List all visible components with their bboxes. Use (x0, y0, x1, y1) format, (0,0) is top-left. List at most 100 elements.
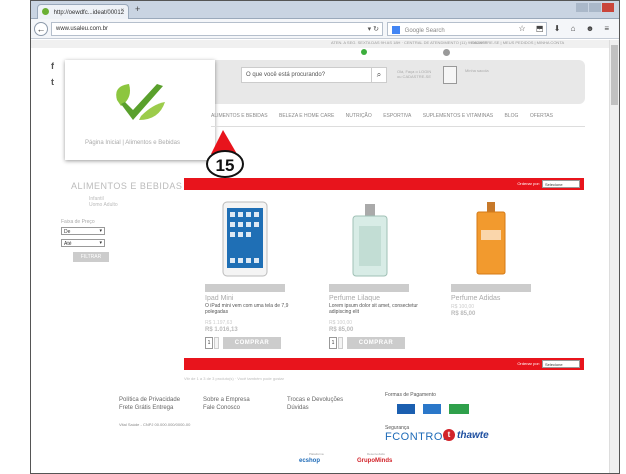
payment-title: Formas de Pagamento (385, 392, 436, 398)
menu-item-esportiva[interactable]: ESPORTIVA (383, 113, 411, 119)
footer-col-1: Política de Privacidade Frete Grátis Ent… (119, 396, 180, 412)
top-info-text: ATEN. A SEG. SEXTA DAS 9H AS 18H · CENTR… (331, 40, 487, 45)
footer-col-2: Sobre a Empresa Fale Conosco (203, 396, 250, 412)
product-image-ipad[interactable] (205, 200, 285, 280)
quantity-field[interactable]: 1 (329, 337, 337, 349)
footer-link-about[interactable]: Sobre a Empresa (203, 396, 250, 404)
facebook-icon[interactable]: f (51, 58, 54, 74)
sort-value: Selecione (545, 182, 563, 187)
developer-logo[interactable]: GrupoMinds (357, 458, 392, 464)
results-note: Vitr de 1 a 3 de 3 produto(s) · Você tam… (184, 376, 284, 381)
url-text: www.usaleu.com.br (56, 26, 109, 32)
category-links: Infantil Uomo Adulto (89, 196, 118, 208)
maximize-button[interactable] (589, 3, 601, 12)
price-from-value: De (64, 229, 71, 235)
payment-methods-icon (397, 404, 469, 414)
browser-search-placeholder: Google Search (404, 28, 445, 34)
product-image-perfume-lilaque[interactable] (329, 200, 409, 280)
bag-label[interactable]: Minha sacola (465, 68, 489, 73)
social-links: f t (51, 58, 54, 90)
product-name[interactable]: Ipad Mini (205, 295, 233, 302)
thawte-logo: t thawte (443, 429, 489, 441)
product-bar (451, 284, 531, 292)
thawte-circle-icon: t (443, 429, 455, 441)
search-input[interactable]: O que você está procurando? (241, 67, 387, 83)
sort-select[interactable]: Selecione (542, 180, 580, 188)
menu-item-ofertas[interactable]: OFERTAS (530, 113, 553, 119)
close-tab-icon[interactable]: × (120, 8, 124, 14)
web-page: ATEN. A SEG. SEXTA DAS 9H AS 18H · CENTR… (31, 40, 619, 473)
breadcrumb-home[interactable]: Página Inicial (85, 140, 121, 146)
footer-col-3: Trocas e Devoluções Dúvidas (287, 396, 343, 412)
google-icon (392, 26, 400, 34)
quantity-stepper[interactable] (214, 337, 219, 349)
login-text[interactable]: Olá, Faça o LOGIN ou CADASTRE-SE (397, 69, 431, 79)
price-from-select[interactable]: De ▾ (61, 227, 105, 235)
platform-logo[interactable]: ecshop (299, 458, 320, 464)
menu-item-suplementos[interactable]: SUPLEMENTOS E VITAMINAS (423, 113, 493, 119)
scrollbar-thumb[interactable] (611, 45, 618, 105)
product-bar (205, 284, 285, 292)
search-placeholder: O que você está procurando? (246, 72, 326, 78)
menu-item-nutricao[interactable]: NUTRIÇÃO (346, 113, 372, 119)
buy-button[interactable]: COMPRAR (347, 337, 405, 349)
shopping-bag-icon[interactable] (443, 66, 457, 84)
buy-button[interactable]: COMPRAR (223, 337, 281, 349)
product-name[interactable]: Perfume Adidas (451, 295, 500, 302)
reload-icon[interactable]: ▾ ↻ (368, 25, 379, 33)
twitter-icon[interactable]: t (51, 74, 54, 90)
product-old-price: R$ 1.197,63 (205, 320, 233, 326)
price-to-select[interactable]: Até ▾ (61, 239, 105, 247)
account-links[interactable]: CADASTRE-SE | MEUS PEDIDOS | MINHA CONTA (471, 40, 564, 45)
breadcrumb-current: Alimentos e Bebidas (125, 140, 180, 146)
product-image-perfume-adidas[interactable] (451, 200, 531, 280)
filter-button[interactable]: FILTRAR (73, 252, 109, 262)
sort-value: Selecione (545, 362, 563, 367)
register-line: ou CADASTRE-SE (397, 74, 432, 79)
menu-item-alimentos[interactable]: ALIMENTOS E BEBIDAS (211, 113, 268, 119)
marker-number: 15 (216, 156, 235, 175)
footer-link-privacy[interactable]: Política de Privacidade (119, 396, 180, 404)
developer-label: Desenvolvido (367, 452, 386, 456)
chevron-down-icon: ▾ (99, 240, 102, 246)
quantity-field[interactable]: 1 (205, 337, 213, 349)
annotation-marker: 15 (206, 130, 244, 178)
product-old-price: R$ 100,00 (329, 320, 353, 326)
scrollbar[interactable] (609, 40, 619, 473)
address-bar[interactable]: www.usaleu.com.br ▾ ↻ (51, 22, 383, 36)
back-button[interactable]: ← (34, 22, 48, 36)
new-tab-button[interactable]: + (135, 4, 140, 14)
phone-icon (443, 49, 450, 56)
product-description: Lorem ipsum dolor sit amet, consectetur … (329, 303, 418, 315)
platform-label: Plataforma (309, 452, 324, 456)
close-window-button[interactable] (602, 3, 614, 12)
search-button[interactable]: ⌕ (371, 67, 387, 83)
footer-link-contact[interactable]: Fale Conosco (203, 404, 250, 412)
footer-link-shipping[interactable]: Frete Grátis Entrega (119, 404, 180, 412)
product-price: R$ 85,00 (451, 311, 476, 317)
product-price: R$ 1.016,13 (205, 327, 238, 333)
logo-leaf-icon (116, 84, 165, 120)
product-old-price: R$ 100,00 (451, 304, 475, 310)
navigation-bar: ← www.usaleu.com.br ▾ ↻ Google Search ⌕ … (31, 19, 619, 39)
favicon-icon (42, 8, 49, 15)
footer-link-faq[interactable]: Dúvidas (287, 404, 343, 412)
product-description: O iPad mini vem com uma tela de 7,9 pole… (205, 303, 289, 315)
product-price: R$ 85,00 (329, 327, 354, 333)
menu-item-beleza[interactable]: BELEZA E HOME CARE (279, 113, 334, 119)
product-name[interactable]: Perfume Lilaque (329, 295, 380, 302)
sort-select[interactable]: Selecione (542, 360, 580, 368)
minimize-button[interactable] (576, 3, 588, 12)
sort-bar-bottom: Ordenar por: Selecione (184, 358, 584, 370)
breadcrumb-separator: | (122, 140, 124, 146)
sort-label: Ordenar por: (517, 181, 540, 186)
browser-tab[interactable]: http://oewdfc...ideat/00012 × (37, 4, 129, 19)
browser-window: http://oewdfc...ideat/00012 × + ← www.us… (30, 0, 620, 474)
toolbar-icons[interactable]: ☆ ⬒ ⬇ ⌂ ☻ ≡ (519, 24, 613, 33)
main-menu: ALIMENTOS E BEBIDAS BELEZA E HOME CARE N… (211, 113, 585, 127)
category-link-adulto[interactable]: Uomo Adulto (89, 202, 118, 208)
window-controls (575, 3, 615, 13)
quantity-stepper[interactable] (338, 337, 343, 349)
footer-link-returns[interactable]: Trocas e Devoluções (287, 396, 343, 404)
menu-item-blog[interactable]: BLOG (505, 113, 519, 119)
